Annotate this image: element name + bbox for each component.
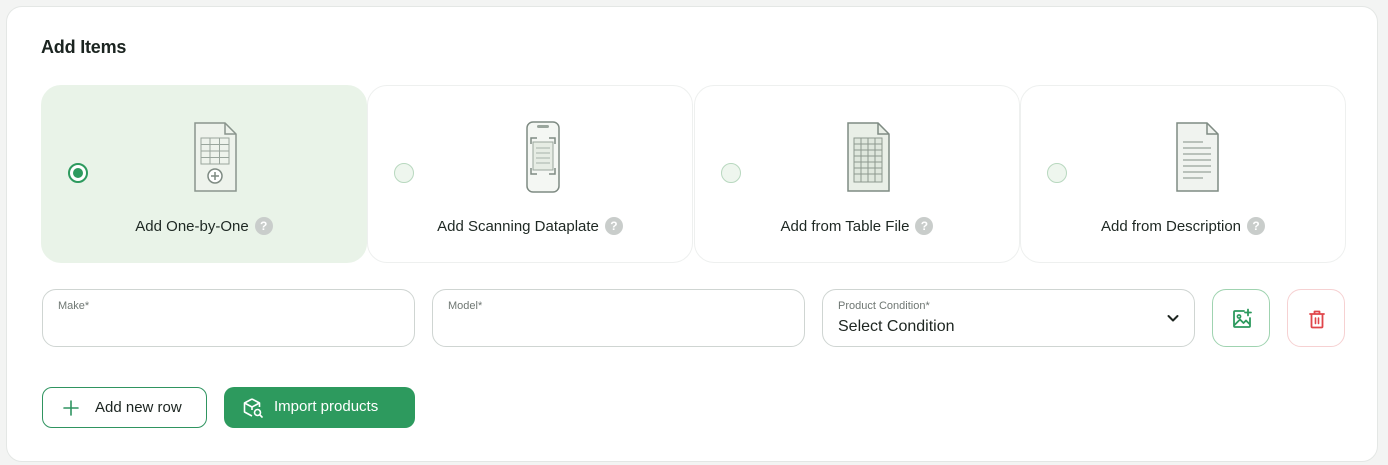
option-label: Add from Table File?: [695, 217, 1019, 235]
option-label: Add from Description?: [1021, 217, 1345, 235]
radio-add-scanning-dataplate[interactable]: [394, 163, 414, 183]
help-icon[interactable]: ?: [254, 217, 273, 235]
option-label: Add Scanning Dataplate?: [368, 217, 692, 235]
option-add-one-by-one[interactable]: Add One-by-One?: [41, 85, 367, 263]
product-condition-select[interactable]: Product Condition* Select Condition: [822, 289, 1195, 347]
option-add-from-table-file[interactable]: Add from Table File?: [694, 85, 1020, 263]
add-method-options: Add One-by-One? Add Scanning Dataplate?: [41, 85, 1346, 263]
chevron-down-icon: [1167, 315, 1179, 322]
add-new-row-button[interactable]: Add new row: [42, 387, 207, 428]
delete-row-button[interactable]: [1287, 289, 1345, 347]
radio-add-from-description[interactable]: [1047, 163, 1067, 183]
make-label: Make*: [58, 300, 90, 312]
radio-add-one-by-one[interactable]: [68, 163, 88, 183]
make-field[interactable]: Make*: [42, 289, 415, 347]
add-new-row-label: Add new row: [95, 399, 182, 416]
product-condition-value: Select Condition: [838, 318, 955, 335]
add-items-panel: Add Items Add One-by-One? Add Scanning D…: [6, 6, 1378, 462]
section-title: Add Items: [41, 37, 127, 57]
help-icon[interactable]: ?: [915, 217, 934, 235]
import-products-label: Import products: [274, 398, 379, 415]
option-label: Add One-by-One?: [42, 217, 366, 235]
trash-icon: [1309, 310, 1325, 329]
add-image-icon: [1233, 308, 1252, 328]
option-add-from-description[interactable]: Add from Description?: [1020, 85, 1346, 263]
option-add-scanning-dataplate[interactable]: Add Scanning Dataplate?: [367, 85, 693, 263]
add-document-icon: [194, 122, 237, 192]
help-icon[interactable]: ?: [604, 217, 623, 235]
product-condition-label: Product Condition*: [838, 300, 930, 312]
text-document-icon: [1176, 122, 1219, 192]
radio-add-from-table-file[interactable]: [721, 163, 741, 183]
plus-icon: [63, 400, 79, 416]
add-image-button[interactable]: [1212, 289, 1270, 347]
package-search-icon: [243, 398, 263, 418]
import-products-button[interactable]: Import products: [224, 387, 415, 428]
help-icon[interactable]: ?: [1247, 217, 1266, 235]
model-label: Model*: [448, 300, 483, 312]
phone-scan-icon: [526, 121, 560, 193]
table-file-icon: [847, 122, 890, 192]
model-field[interactable]: Model*: [432, 289, 805, 347]
